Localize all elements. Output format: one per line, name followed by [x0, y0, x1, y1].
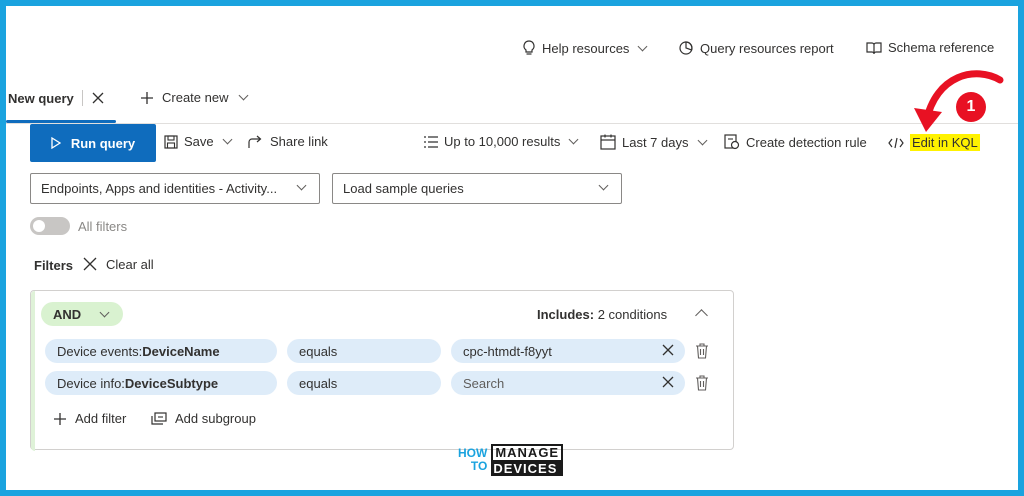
condition-value-text: cpc-htmdt-f8yyt	[463, 343, 552, 359]
save-button[interactable]: Save	[164, 134, 233, 149]
results-limit-label: Up to 10,000 results	[444, 134, 561, 149]
tab-new-query[interactable]: New query	[8, 90, 105, 106]
add-filter-label: Add filter	[75, 411, 127, 426]
plus-icon	[53, 412, 67, 426]
create-detection-rule-label: Create detection rule	[746, 134, 867, 150]
data-source-select[interactable]: Endpoints, Apps and identities - Activit…	[30, 173, 320, 204]
book-icon	[866, 41, 882, 55]
save-label: Save	[184, 134, 214, 149]
chevron-down-icon	[568, 134, 579, 145]
chevron-down-icon	[598, 180, 609, 191]
share-icon	[248, 135, 264, 149]
condition-value-1[interactable]: cpc-htmdt-f8yyt	[451, 339, 685, 363]
subgroup-icon	[151, 411, 167, 426]
help-resources-label: Help resources	[542, 40, 630, 56]
time-range-label: Last 7 days	[622, 134, 689, 150]
condition-operator-label: equals	[299, 375, 338, 391]
all-filters-label: All filters	[78, 219, 128, 234]
filter-group-panel: AND Includes: 2 conditions Device events…	[30, 290, 734, 451]
chevron-down-icon	[697, 135, 707, 145]
play-icon	[51, 137, 61, 149]
data-source-value: Endpoints, Apps and identities - Activit…	[41, 181, 278, 196]
tab-divider	[81, 90, 83, 106]
clear-all-label: Clear all	[106, 256, 154, 272]
run-query-button[interactable]: Run query	[30, 124, 156, 162]
trash-icon[interactable]	[695, 375, 709, 391]
sample-queries-value: Load sample queries	[343, 181, 464, 196]
active-tab-indicator	[6, 120, 116, 123]
schema-reference-button[interactable]: Schema reference	[866, 40, 994, 55]
detection-rule-icon	[724, 134, 740, 150]
calendar-icon	[600, 134, 616, 150]
trash-icon[interactable]	[695, 343, 709, 359]
app-frame: Help resources Query resources report Sc…	[6, 6, 1018, 490]
chevron-down-icon	[99, 307, 110, 317]
condition-field-1[interactable]: Device events: DeviceName	[45, 339, 277, 363]
chevron-down-icon	[239, 90, 249, 101]
sample-queries-select[interactable]: Load sample queries	[332, 173, 622, 204]
condition-value-2[interactable]: Search	[451, 371, 685, 395]
results-limit-dropdown[interactable]: Up to 10,000 results	[424, 134, 579, 149]
condition-operator-2[interactable]: equals	[287, 371, 441, 395]
share-link-button[interactable]: Share link	[248, 134, 328, 149]
group-operator-label: AND	[53, 306, 82, 322]
logo-manage: MANAGE	[491, 444, 564, 462]
logo-right: MANAGE DEVICES	[491, 444, 564, 476]
group-indicator-bar	[31, 291, 35, 451]
clear-all-button[interactable]: Clear all	[82, 256, 154, 272]
filters-heading: Filters	[34, 258, 74, 273]
tab-new-query-label: New query	[8, 90, 74, 106]
save-icon	[164, 134, 178, 149]
chevron-down-icon	[637, 41, 648, 51]
share-link-label: Share link	[270, 134, 328, 149]
list-icon	[424, 135, 438, 148]
condition-field-2[interactable]: Device info: DeviceSubtype	[45, 371, 277, 395]
condition-value-placeholder: Search	[463, 375, 505, 391]
add-subgroup-button[interactable]: Add subgroup	[151, 411, 256, 426]
close-icon[interactable]	[91, 91, 105, 105]
condition-operator-1[interactable]: equals	[287, 339, 441, 363]
condition-field-name: DeviceName	[142, 343, 220, 359]
schema-reference-label: Schema reference	[888, 40, 995, 55]
annotation-number-badge: 1	[956, 92, 986, 122]
query-tabs: New query Create new	[6, 76, 1018, 124]
lightbulb-icon	[522, 40, 536, 56]
includes-count: 2 conditions	[597, 307, 668, 322]
create-new-button[interactable]: Create new	[140, 90, 249, 105]
logo-devices: DEVICES	[491, 462, 564, 476]
create-new-label: Create new	[162, 90, 229, 105]
chevron-down-icon	[296, 180, 307, 191]
time-range-dropdown[interactable]: Last 7 days	[600, 134, 707, 150]
condition-field-prefix: Device info:	[57, 375, 125, 391]
logo-to: TO	[470, 459, 488, 473]
add-subgroup-label: Add subgroup	[175, 411, 256, 426]
includes-summary: Includes: 2 conditions	[537, 307, 667, 322]
annotation-number: 1	[966, 98, 976, 115]
clear-value-icon[interactable]	[661, 375, 675, 393]
logo-left: HOW TO	[458, 447, 487, 473]
query-resources-report-label: Query resources report	[700, 40, 834, 56]
chevron-down-icon	[222, 134, 233, 145]
query-resources-report-button[interactable]: Query resources report	[678, 40, 834, 56]
condition-field-name: DeviceSubtype	[124, 375, 219, 391]
includes-label: Includes:	[537, 307, 595, 322]
howtomanagedevices-logo: HOW TO MANAGE DEVICES	[458, 444, 564, 476]
condition-operator-label: equals	[299, 343, 338, 359]
plus-icon	[140, 91, 154, 105]
edit-in-kql-label: Edit in KQL	[910, 134, 980, 151]
close-icon	[82, 256, 98, 272]
edit-in-kql-button[interactable]: Edit in KQL	[888, 134, 980, 151]
code-icon	[888, 137, 904, 149]
chevron-up-icon[interactable]	[695, 309, 708, 322]
group-operator-select[interactable]: AND	[41, 302, 123, 326]
create-detection-rule-button[interactable]: Create detection rule	[724, 134, 867, 150]
add-filter-button[interactable]: Add filter	[53, 411, 126, 426]
all-filters-toggle[interactable]	[30, 217, 70, 235]
clear-value-icon[interactable]	[661, 343, 675, 361]
run-query-label: Run query	[70, 135, 136, 151]
condition-field-prefix: Device events:	[57, 343, 143, 359]
help-resources-button[interactable]: Help resources	[522, 40, 648, 56]
report-icon	[678, 40, 694, 56]
